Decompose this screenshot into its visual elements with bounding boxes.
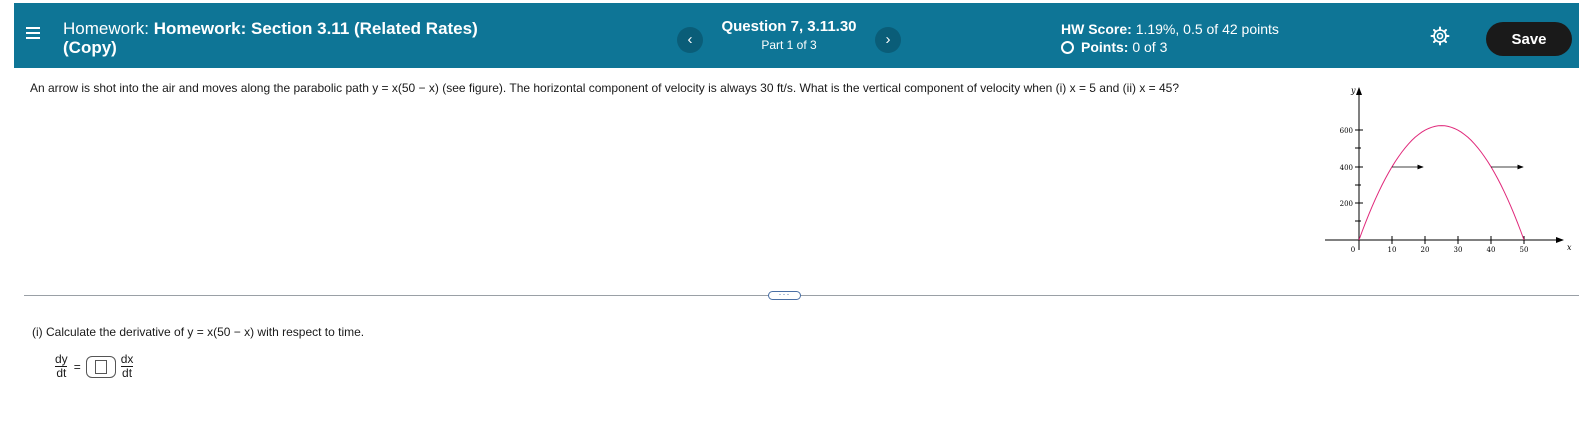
section-divider [24,295,1579,296]
y-axis-label: y [1350,86,1356,95]
fraction-denominator: dt [121,366,134,380]
y-tick-label: 600 [1340,127,1353,135]
x-tick-label: 20 [1421,246,1430,254]
save-button[interactable]: Save [1486,22,1572,56]
tick-marks [1355,129,1525,244]
hw-score-value: 1.19%, 0.5 of 42 points [1135,21,1279,37]
dx-dt-fraction: dx dt [120,353,135,380]
question-title: Question 7, 3.11.30 [721,18,857,35]
hw-score-label: HW Score: [1061,21,1132,37]
points-value: 0 of 3 [1132,39,1168,55]
x-tick-label: 50 [1520,246,1529,254]
equals-sign: = [73,359,81,374]
y-tick-label: 400 [1340,164,1353,172]
homework-title: Homework: Homework: Section 3.11 (Relate… [63,19,533,57]
points-label: Points: [1081,39,1129,55]
part-prompt: (i) Calculate the derivative of y = x(50… [32,325,365,339]
y-tick-label: 200 [1340,200,1353,208]
x-tick-label: 30 [1454,246,1463,254]
parabolic-path-figure: y x 600 400 200 0 10 20 30 40 50 [1325,80,1575,260]
origin-label: 0 [1351,246,1355,254]
x-tick-label: 10 [1388,246,1397,254]
splitter-handle[interactable]: ··· [768,290,801,300]
x-axis-label: x [1567,243,1572,252]
title-prefix: Homework: [63,19,149,38]
previous-question-button[interactable]: ‹ [677,27,703,53]
points-status-icon [1061,40,1074,54]
menu-icon[interactable] [24,24,44,46]
question-info: Question 7, 3.11.30 Part 1 of 3 [704,17,874,53]
x-tick-label: 40 [1487,246,1496,254]
answer-input[interactable] [85,355,116,378]
gear-icon[interactable] [1430,26,1450,46]
next-question-button[interactable]: › [875,27,901,53]
title-suffix: (Copy) [63,38,117,57]
answer-row: dy dt = dx dt [54,353,134,380]
fraction-numerator: dy [55,352,68,366]
dy-dt-fraction: dy dt [54,353,69,380]
fraction-numerator: dx [120,352,134,366]
title-main: Homework: Section 3.11 (Related Rates) [153,19,478,38]
fraction-denominator: dt [55,366,68,380]
question-text: An arrow is shot into the air and moves … [30,81,1180,95]
score-panel: HW Score: 1.19%, 0.5 of 42 points Points… [1061,20,1279,56]
parabola-curve [1358,125,1525,241]
question-part: Part 1 of 3 [761,38,817,52]
top-bar: Homework: Homework: Section 3.11 (Relate… [14,3,1579,68]
